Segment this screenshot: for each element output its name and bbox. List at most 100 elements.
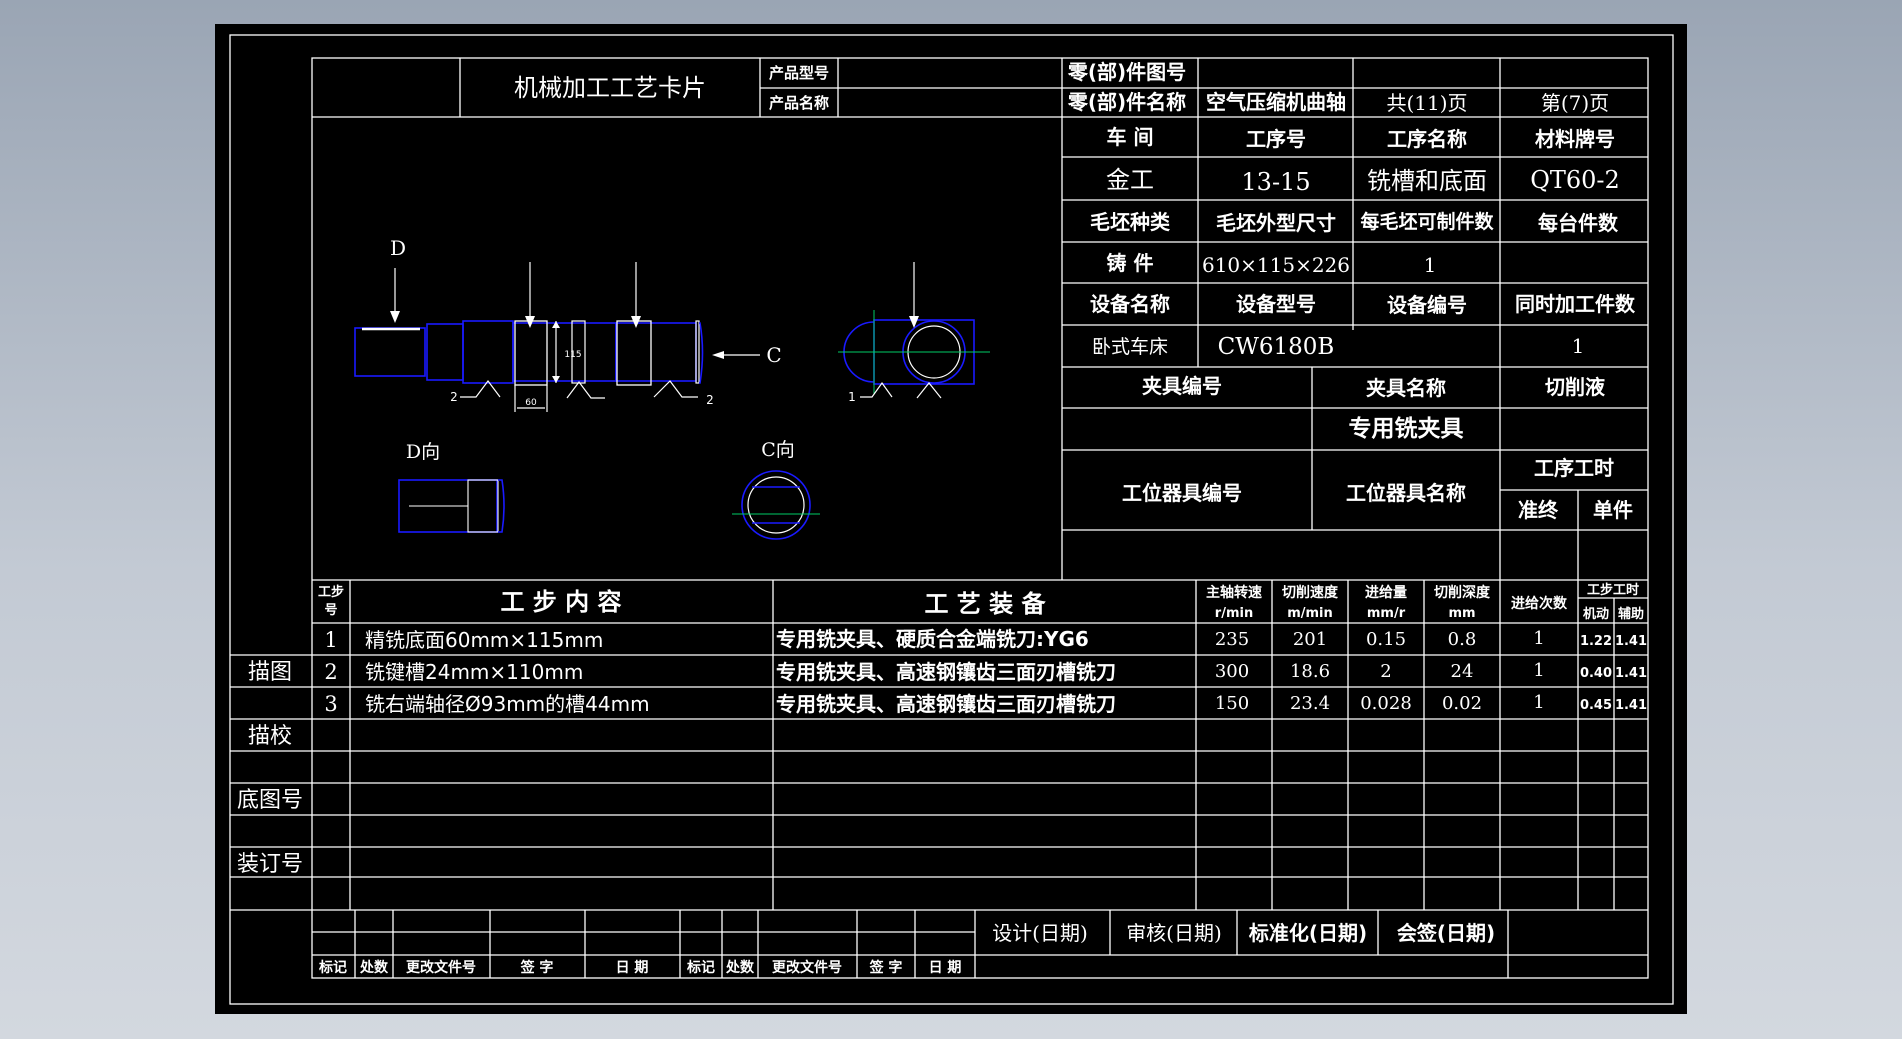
footer-sign: 签 字 [520,959,554,976]
view-c-label: C向 [761,439,795,461]
station-name-label: 工位器具名称 [1346,481,1466,505]
row-aux-time: 1.41 [1615,634,1647,649]
drawing-sheet: 机械加工工艺卡片 产品型号 产品名称 零(部)件图号 零(部)件名称 空气压缩机… [215,24,1687,1014]
row-depth: 0.02 [1442,693,1482,714]
part-name-label: 零(部)件名称 [1067,90,1186,114]
view-d-label: D向 [406,441,440,463]
equip-model-value: CW6180B [1218,334,1335,360]
coolant-label: 切削液 [1545,375,1606,399]
unit-label: 单件 [1593,498,1633,522]
blank-size-label: 毛坯外型尺寸 [1216,211,1336,235]
row-passes: 1 [1533,692,1544,713]
op-time-label: 工序工时 [1534,456,1614,480]
part-name: 空气压缩机曲轴 [1206,90,1346,114]
col-speed: 主轴转速 [1206,584,1262,601]
col-machine: 机动 [1583,606,1609,622]
col-depth-unit: mm [1448,606,1475,621]
row-cut-speed: 18.6 [1290,661,1330,682]
simul-value: 1 [1572,334,1585,358]
label-c: C [766,343,781,367]
fixture-no-label: 夹具编号 [1142,374,1222,398]
col-aux: 辅助 [1618,606,1644,622]
fixture-name-value: 专用铣夹具 [1349,415,1464,442]
row-feed: 0.15 [1366,629,1406,650]
row-step-no: 3 [324,692,337,716]
footer-count: 处数 [359,959,389,976]
material-label: 材料牌号 [1535,127,1615,151]
row-content: 精铣底面60mm×115mm [365,628,603,652]
fixture-name-label: 夹具名称 [1366,376,1446,400]
row-content: 铣右端轴径Ø93mm的槽44mm [365,692,650,716]
review-date: 审核(日期) [1126,921,1222,945]
dim-115-label: 115 [564,350,581,360]
row-step-no: 1 [324,628,337,652]
row-speed: 300 [1215,661,1249,682]
side-trace: 描图 [248,660,292,685]
process-no-label: 工序号 [1246,127,1306,151]
col-feed: 进给量 [1365,584,1407,601]
simul-label: 同时加工件数 [1515,292,1636,316]
process-no-value: 13-15 [1241,168,1310,196]
col-time: 工步工时 [1587,582,1639,598]
workshop-value: 金工 [1106,166,1154,194]
row-passes: 1 [1533,660,1544,681]
workshop-label: 车 间 [1107,125,1154,149]
footer-sign-2: 签 字 [869,959,903,976]
row-feed: 0.028 [1360,693,1412,714]
row-depth: 0.8 [1448,629,1477,650]
material-value: QT60-2 [1530,166,1620,194]
footer-mark-2: 标记 [686,959,715,976]
table-row: 1 精铣底面60mm×115mm 专用铣夹具、硬质合金端铣刀:YG6 235 2… [324,627,1647,652]
station-no-label: 工位器具编号 [1122,481,1242,505]
blank-type-value: 铸 件 [1107,251,1154,275]
page-number: 第(7)页 [1541,91,1609,115]
side-base-no: 底图号 [237,788,303,813]
table-row: 3 铣右端轴径Ø93mm的槽44mm 专用铣夹具、高速钢镶齿三面刃槽铣刀 150… [324,692,1647,716]
footer-date-2: 日 期 [929,960,962,976]
col-cut-speed-unit: m/min [1287,606,1333,621]
footer-mark: 标记 [318,959,347,976]
process-name-value: 铣槽和底面 [1367,167,1487,195]
footer-change-doc: 更改文件号 [406,959,476,976]
dim-60-label: 60 [525,398,537,408]
row-speed: 150 [1215,693,1249,714]
row-content: 铣键槽24mm×110mm [365,660,583,684]
prep-label: 准终 [1518,498,1559,522]
col-feed-unit: mm/r [1367,606,1406,621]
row-aux-time: 1.41 [1615,698,1647,713]
roughness-mark-1: 1 [848,390,856,404]
col-speed-unit: r/min [1215,606,1253,621]
row-step-no: 2 [324,660,337,684]
footer-count-2: 处数 [725,959,755,976]
row-cut-speed: 201 [1293,629,1327,650]
part-drawing-no-label: 零(部)件图号 [1067,60,1186,84]
side-binding-no: 装订号 [237,852,303,877]
card-title: 机械加工工艺卡片 [514,74,706,102]
col-depth: 切削深度 [1434,584,1491,601]
per-blank-value: 1 [1424,253,1437,277]
product-model-label: 产品型号 [769,64,829,82]
row-speed: 235 [1215,629,1249,650]
product-name-label: 产品名称 [769,94,829,112]
row-depth: 24 [1451,661,1474,682]
row-aux-time: 1.41 [1615,666,1647,681]
row-machine-time: 0.45 [1580,698,1612,713]
row-machine-time: 1.22 [1580,634,1612,649]
row-cut-speed: 23.4 [1290,693,1330,714]
row-passes: 1 [1533,628,1544,649]
row-equipment: 专用铣夹具、高速钢镶齿三面刃槽铣刀 [776,692,1116,716]
per-blank-label: 每毛坯可制件数 [1360,210,1494,233]
col-passes: 进给次数 [1511,595,1568,612]
blank-type-label: 毛坯种类 [1090,210,1170,234]
total-pages: 共(11)页 [1386,91,1467,115]
equip-name-value: 卧式车床 [1092,336,1168,358]
equip-no-label: 设备编号 [1387,293,1467,317]
label-d: D [390,236,406,260]
row-equipment: 专用铣夹具、高速钢镶齿三面刃槽铣刀 [776,660,1116,684]
equip-name-label: 设备名称 [1090,292,1170,316]
side-trace-check: 描校 [248,724,292,749]
col-equipment: 工 艺 装 备 [924,590,1046,618]
blank-size-value: 610×115×226 [1202,253,1350,277]
row-machine-time: 0.40 [1580,666,1612,681]
row-feed: 2 [1380,661,1391,682]
